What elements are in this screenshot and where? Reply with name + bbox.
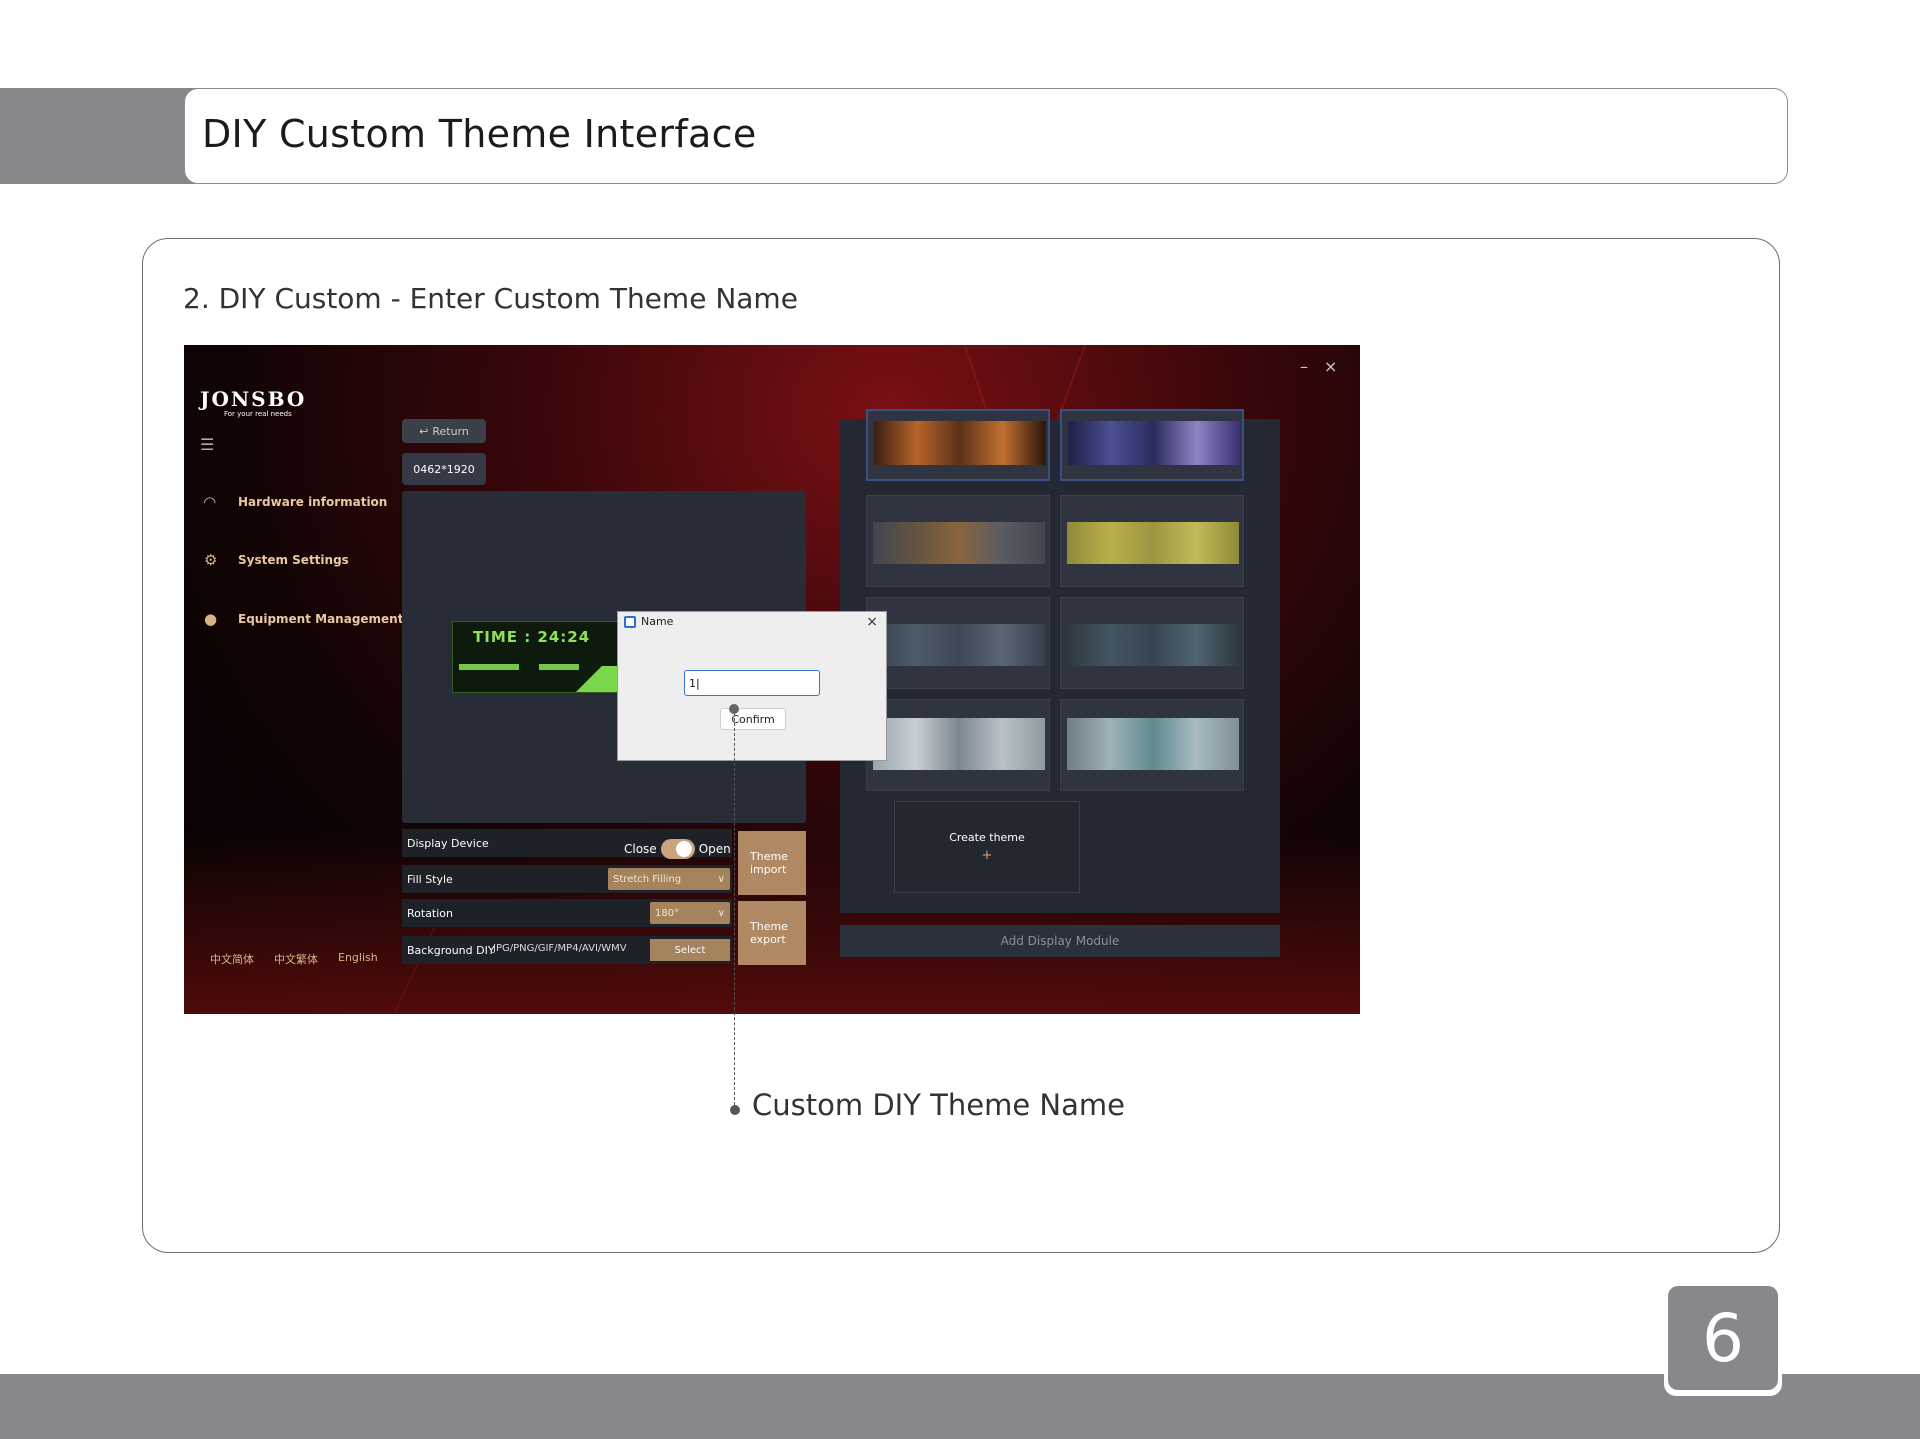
theme-thumbnail	[874, 421, 1046, 465]
callout-line	[734, 708, 735, 1110]
toggle-on-label: Open	[698, 842, 731, 856]
header-band	[0, 88, 200, 184]
minimize-button[interactable]: –	[1300, 357, 1308, 376]
name-dialog: Name × 1| Confirm	[617, 611, 887, 761]
background-formats: JPG/PNG/GIF/MP4/AVI/WMV	[493, 943, 627, 954]
theme-card[interactable]	[1060, 409, 1244, 481]
create-theme-label: Create theme	[949, 831, 1025, 844]
dialog-title: Name	[641, 615, 674, 628]
theme-thumbnail	[873, 624, 1045, 666]
lang-english[interactable]: English	[338, 951, 378, 967]
fill-style-label: Fill Style	[407, 872, 453, 886]
sidebar-item-hardware[interactable]: ◠ Hardware information	[204, 493, 387, 511]
plus-icon: +	[981, 848, 993, 863]
select-background-button[interactable]: Select	[650, 939, 730, 961]
window-icon	[624, 615, 636, 628]
theme-thumbnail	[873, 718, 1045, 770]
theme-thumbnail	[1067, 522, 1239, 564]
window-close-button[interactable]: ×	[1324, 357, 1337, 376]
theme-card[interactable]	[1060, 597, 1244, 689]
theme-thumbnail	[1067, 718, 1239, 770]
fill-style-select[interactable]: Stretch Filling ∨	[608, 868, 730, 890]
chevron-down-icon: ∨	[717, 873, 725, 885]
return-icon: ↩	[419, 424, 429, 438]
page-number: 6	[1668, 1286, 1778, 1390]
menu-icon[interactable]: ☰	[200, 435, 214, 454]
resolution-tag[interactable]: 0462*1920	[402, 453, 486, 485]
sidebar-item-settings[interactable]: ⚙ System Settings	[204, 551, 349, 569]
sidebar-item-label: Equipment Management	[238, 612, 404, 626]
return-label: Return	[432, 424, 469, 438]
dialog-close-button[interactable]: ×	[866, 614, 878, 630]
display-device-label: Display Device	[407, 836, 489, 850]
theme-thumbnail	[873, 522, 1045, 564]
logo-tagline: For your real needs	[224, 410, 292, 418]
callout-dot	[729, 704, 739, 714]
rotation-label: Rotation	[407, 906, 454, 920]
page-title: DIY Custom Theme Interface	[202, 112, 757, 156]
theme-card[interactable]	[1060, 699, 1244, 791]
theme-thumbnail	[1067, 624, 1239, 666]
step-heading: 2. DIY Custom - Enter Custom Theme Name	[183, 282, 798, 315]
rotation-select[interactable]: 180° ∨	[650, 902, 730, 924]
theme-card[interactable]	[866, 699, 1050, 791]
theme-card[interactable]	[1060, 495, 1244, 587]
mini-theme-preview: TIME : 24:24	[452, 621, 628, 693]
app-screenshot: – × JONSBO For your real needs ☰ ◠ Hardw…	[184, 345, 1360, 1014]
callout-label: Custom DIY Theme Name	[752, 1088, 1125, 1122]
mini-time-text: TIME : 24:24	[473, 628, 591, 646]
theme-export-button[interactable]: Theme export	[738, 901, 806, 965]
sidebar-item-label: System Settings	[238, 553, 349, 567]
sidebar-item-label: Hardware information	[238, 495, 388, 509]
theme-name-input[interactable]: 1|	[684, 670, 820, 696]
background-diy-label: Background DIY	[407, 943, 495, 957]
fill-style-value: Stretch Filling	[613, 873, 682, 885]
mini-bar	[459, 664, 519, 670]
display-device-toggle-group: Close Open	[624, 839, 731, 859]
theme-card[interactable]	[866, 597, 1050, 689]
return-button[interactable]: ↩ Return	[402, 419, 486, 443]
lang-simplified[interactable]: 中文简体	[210, 951, 254, 967]
dialog-titlebar: Name	[624, 615, 673, 628]
person-icon: ●	[204, 610, 218, 628]
sidebar-item-equipment[interactable]: ● Equipment Management	[204, 610, 403, 628]
jonsbo-logo: JONSBO	[200, 387, 307, 411]
lang-traditional[interactable]: 中文繁体	[274, 951, 318, 967]
theme-import-button[interactable]: Theme import	[738, 831, 806, 895]
toggle-off-label: Close	[624, 842, 657, 856]
rotation-value: 180°	[655, 907, 680, 919]
speedometer-icon: ◠	[204, 493, 216, 511]
chevron-down-icon: ∨	[717, 907, 725, 919]
language-switcher: 中文简体 中文繁体 English	[210, 951, 378, 967]
theme-card[interactable]	[866, 495, 1050, 587]
theme-card[interactable]	[866, 409, 1050, 481]
theme-thumbnail	[1068, 421, 1240, 465]
gear-icon: ⚙	[204, 551, 218, 569]
footer-band	[0, 1374, 1920, 1439]
create-theme-button[interactable]: Create theme +	[894, 801, 1080, 893]
add-display-module-button[interactable]: Add Display Module	[840, 925, 1280, 957]
display-device-toggle[interactable]	[660, 839, 695, 859]
callout-dot	[730, 1105, 740, 1115]
